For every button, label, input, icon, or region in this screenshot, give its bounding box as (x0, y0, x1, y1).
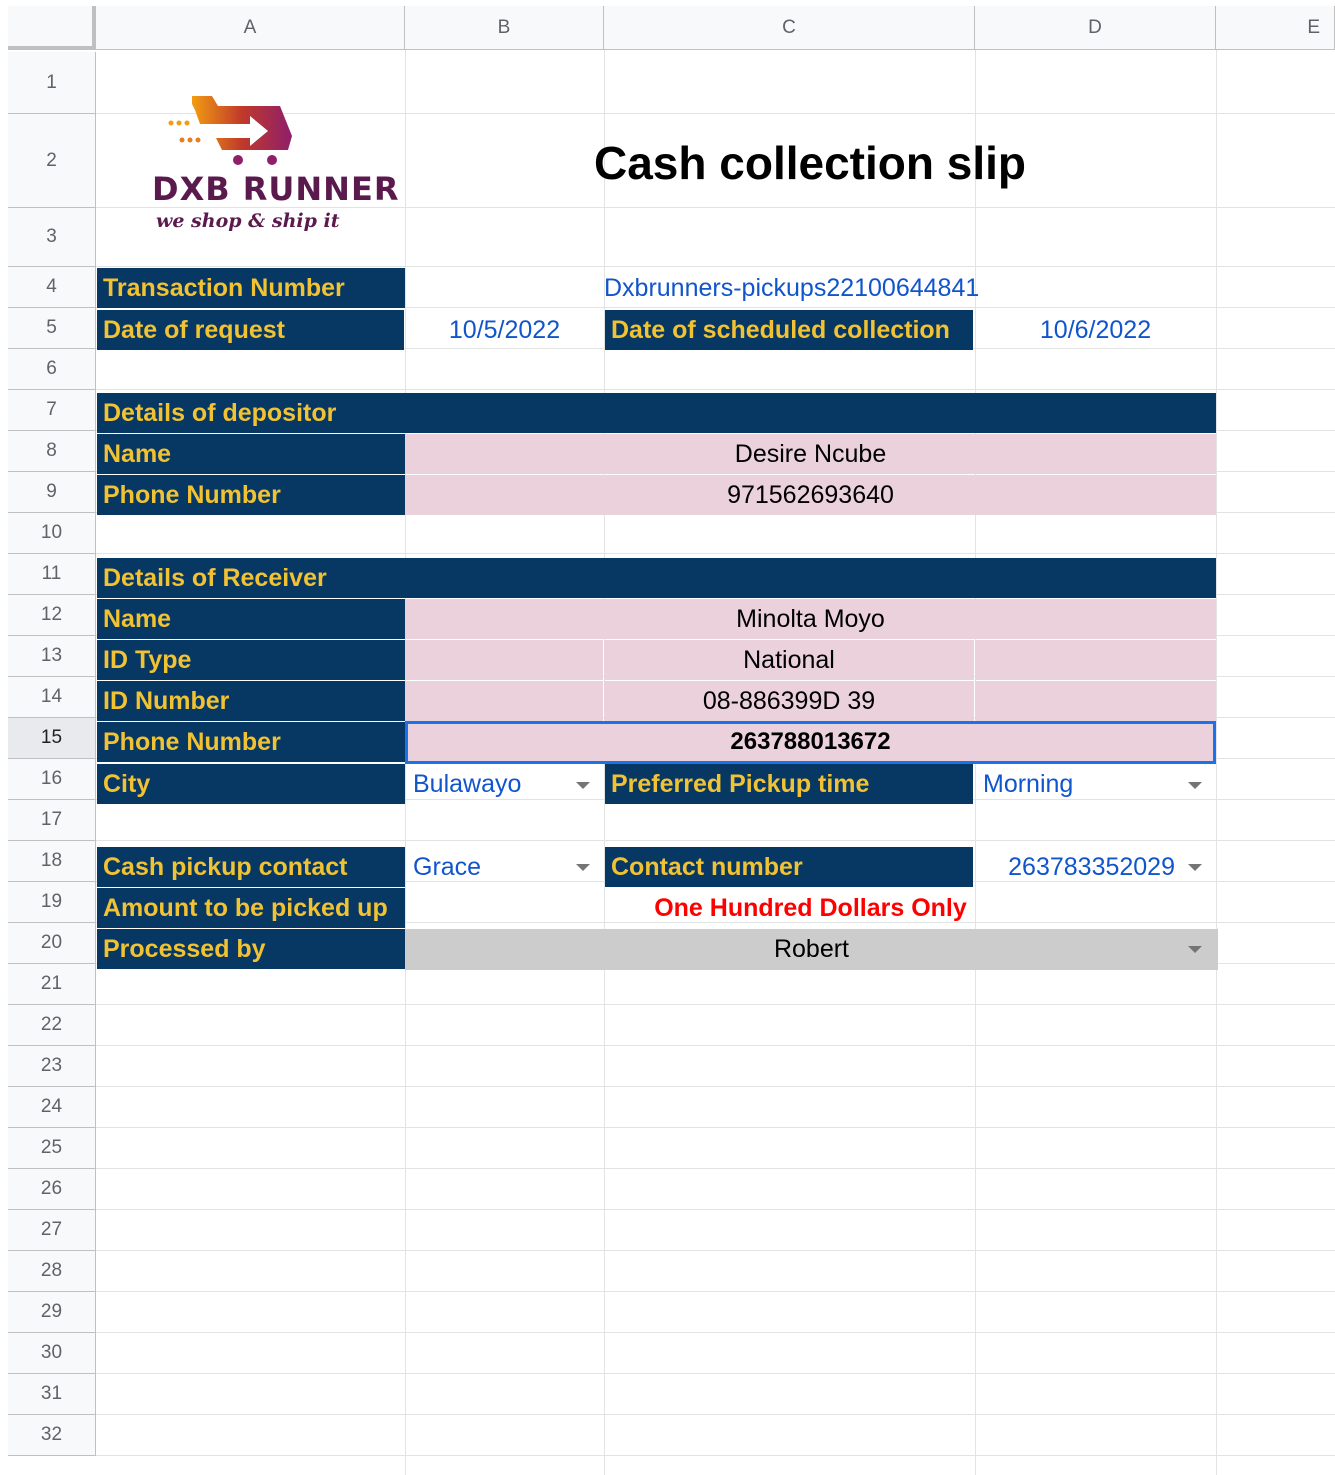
page-title: Cash collection slip (594, 137, 1026, 189)
row-header-2[interactable]: 2 (8, 114, 96, 208)
date-of-request-label[interactable]: Date of request (97, 310, 404, 350)
receiver-id-number-cell-b[interactable] (405, 681, 603, 721)
column-header-a[interactable]: A (96, 6, 405, 50)
row-header-28[interactable]: 28 (8, 1251, 96, 1292)
transaction-number-value[interactable]: Dxbrunners-pickups22100644841 (604, 268, 1216, 308)
row-header-32[interactable]: 32 (8, 1415, 96, 1456)
receiver-id-type-cell-d[interactable] (975, 640, 1216, 680)
cash-pickup-contact-dropdown[interactable]: Grace (405, 847, 604, 887)
date-of-request-value[interactable]: 10/5/2022 (405, 310, 604, 350)
row-header-26[interactable]: 26 (8, 1169, 96, 1210)
row-header-16[interactable]: 16 (8, 759, 96, 800)
spreadsheet: A B C D E 1 2 3 4 5 6 7 8 9 10 11 12 13 14 15 16 17 18 19 2… (0, 0, 1335, 1475)
depositor-section-heading[interactable]: Details of depositor (97, 393, 1216, 433)
logo-name: DXB RUNNER (152, 170, 400, 208)
city-dropdown[interactable]: Bulawayo (405, 764, 604, 804)
row-header-20[interactable]: 20 (8, 923, 96, 964)
row-header-6[interactable]: 6 (8, 349, 96, 390)
row-header-3[interactable]: 3 (8, 208, 96, 267)
row-header-15[interactable]: 15 (8, 718, 96, 759)
receiver-section-heading[interactable]: Details of Receiver (97, 558, 1216, 598)
row-header-30[interactable]: 30 (8, 1333, 96, 1374)
column-header-c[interactable]: C (604, 6, 975, 50)
row-header-8[interactable]: 8 (8, 431, 96, 472)
depositor-name-label[interactable]: Name (97, 434, 405, 474)
column-header-d[interactable]: D (975, 6, 1216, 50)
depositor-phone-value[interactable]: 971562693640 (405, 475, 1216, 515)
processed-by-label[interactable]: Processed by (97, 929, 405, 969)
active-cell-selection (405, 721, 1216, 764)
row-header-22[interactable]: 22 (8, 1005, 96, 1046)
amount-label[interactable]: Amount to be picked up (97, 888, 405, 928)
processed-by-arrow-icon[interactable] (1188, 946, 1202, 953)
row-header-18[interactable]: 18 (8, 841, 96, 882)
receiver-id-type-cell-b[interactable] (405, 640, 603, 680)
logo-tagline: we shop & ship it (156, 210, 340, 232)
row-header-29[interactable]: 29 (8, 1292, 96, 1333)
row-header-7[interactable]: 7 (8, 390, 96, 431)
amount-value[interactable]: One Hundred Dollars Only (405, 888, 1216, 928)
row-header-1[interactable]: 1 (8, 52, 96, 114)
cash-pickup-contact-label[interactable]: Cash pickup contact (97, 847, 405, 887)
row-header-25[interactable]: 25 (8, 1128, 96, 1169)
row-header-17[interactable]: 17 (8, 800, 96, 841)
receiver-id-type-value[interactable]: National (604, 640, 974, 680)
processed-by-dropdown[interactable]: Robert (405, 929, 1218, 970)
city-dropdown-arrow-icon[interactable] (576, 782, 590, 789)
pickup-time-label[interactable]: Preferred Pickup time (605, 764, 973, 804)
receiver-phone-label[interactable]: Phone Number (97, 722, 405, 762)
receiver-id-number-value[interactable]: 08-886399D 39 (604, 681, 974, 721)
row-header-12[interactable]: 12 (8, 595, 96, 636)
row-header-11[interactable]: 11 (8, 554, 96, 595)
row-header-5[interactable]: 5 (8, 308, 96, 349)
column-header-b[interactable]: B (405, 6, 604, 50)
receiver-name-label[interactable]: Name (97, 599, 405, 639)
depositor-name-value[interactable]: Desire Ncube (405, 434, 1216, 474)
row-header-27[interactable]: 27 (8, 1210, 96, 1251)
scheduled-collection-value[interactable]: 10/6/2022 (975, 310, 1216, 350)
row-header-21[interactable]: 21 (8, 964, 96, 1005)
row-header-9[interactable]: 9 (8, 472, 96, 513)
row-header-13[interactable]: 13 (8, 636, 96, 677)
row-header-19[interactable]: 19 (8, 882, 96, 923)
row-header-24[interactable]: 24 (8, 1087, 96, 1128)
cash-pickup-contact-arrow-icon[interactable] (576, 864, 590, 871)
row-header-23[interactable]: 23 (8, 1046, 96, 1087)
select-all-corner[interactable] (8, 6, 96, 50)
contact-number-dropdown[interactable]: 263783352029 (975, 847, 1175, 887)
row-header-10[interactable]: 10 (8, 513, 96, 554)
contact-number-label[interactable]: Contact number (605, 847, 973, 887)
pickup-time-dropdown[interactable]: Morning (975, 764, 1216, 804)
scheduled-collection-label[interactable]: Date of scheduled collection (605, 310, 973, 350)
depositor-phone-label[interactable]: Phone Number (97, 475, 405, 515)
row-header-31[interactable]: 31 (8, 1374, 96, 1415)
pickup-time-dropdown-arrow-icon[interactable] (1188, 782, 1202, 789)
column-header-e[interactable]: E (1216, 6, 1335, 50)
receiver-name-value[interactable]: Minolta Moyo (405, 599, 1216, 639)
row-header-14[interactable]: 14 (8, 677, 96, 718)
receiver-id-type-label[interactable]: ID Type (97, 640, 405, 680)
contact-number-arrow-icon[interactable] (1188, 864, 1202, 871)
row-header-4[interactable]: 4 (8, 267, 96, 308)
city-label[interactable]: City (97, 764, 405, 804)
receiver-id-number-label[interactable]: ID Number (97, 681, 405, 721)
transaction-number-label[interactable]: Transaction Number (97, 268, 405, 308)
receiver-id-number-cell-d[interactable] (975, 681, 1216, 721)
